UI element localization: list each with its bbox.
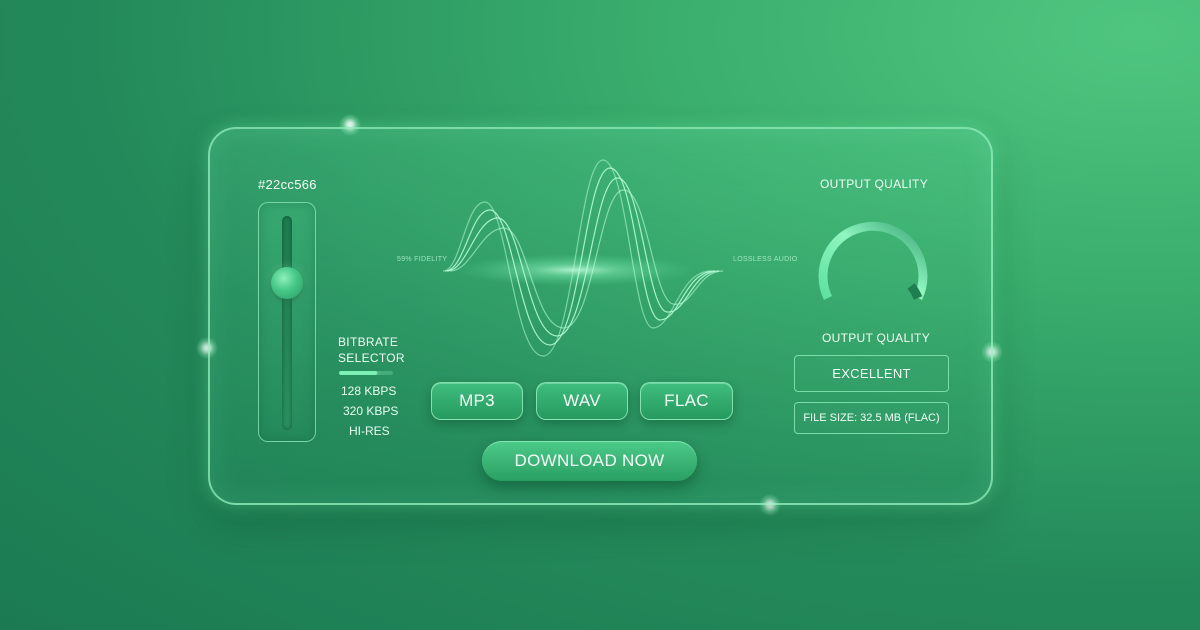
- fidelity-label: 59% FIDELITY: [397, 256, 447, 263]
- file-size-box: FILE SIZE: 32.5 MB (FLAC): [794, 402, 949, 434]
- download-now-button[interactable]: DOWNLOAD NOW: [482, 441, 697, 481]
- bitrate-option-128[interactable]: 128 KBPS: [341, 384, 396, 398]
- bitrate-level-bar[interactable]: [339, 371, 393, 375]
- gauge-arc-end: [907, 283, 923, 300]
- volume-slider-groove: [282, 216, 292, 430]
- format-wav-button[interactable]: WAV: [536, 382, 628, 420]
- bitrate-option-hires[interactable]: HI-RES: [349, 424, 390, 438]
- gauge-arc: [818, 221, 928, 300]
- file-size-value: FILE SIZE: 32.5 MB (FLAC): [803, 412, 940, 424]
- output-quality-subtitle: OUTPUT QUALITY: [822, 331, 930, 345]
- color-code-label: #22cc566: [258, 177, 317, 192]
- bitrate-option-320[interactable]: 320 KBPS: [343, 404, 398, 418]
- lossless-label: LOSSLESS AUDIO: [733, 256, 798, 263]
- quality-value: EXCELLENT: [832, 366, 911, 381]
- bitrate-level-fill: [339, 371, 377, 375]
- waveform-icon: 59% FIDELITY LOSSLESS AUDIO: [345, 159, 805, 357]
- volume-slider-knob[interactable]: [271, 267, 303, 299]
- format-flac-button[interactable]: FLAC: [640, 382, 733, 420]
- quality-gauge-icon: [818, 221, 928, 300]
- output-quality-title: OUTPUT QUALITY: [820, 177, 928, 191]
- format-mp3-button[interactable]: MP3: [431, 382, 523, 420]
- quality-value-box: EXCELLENT: [794, 355, 949, 392]
